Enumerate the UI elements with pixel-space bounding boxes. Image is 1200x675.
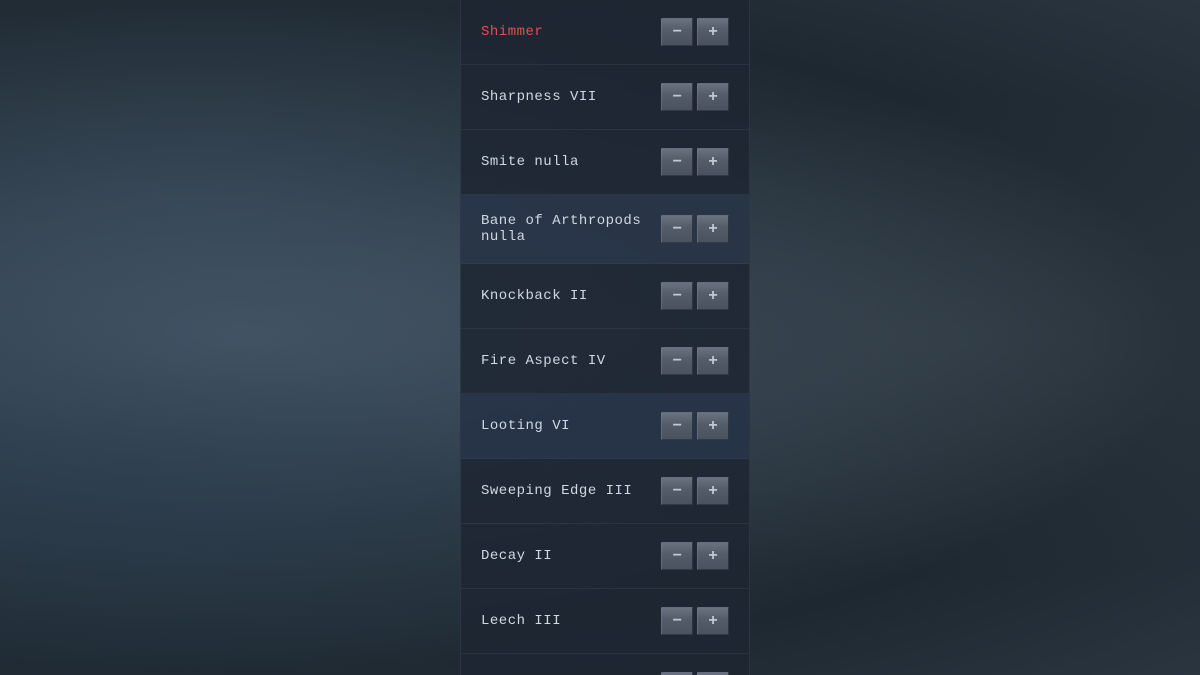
btn-group-shimmer: −+ (661, 18, 729, 46)
enchant-row-vorpal: Vorpal IV−+ (461, 654, 749, 675)
plus-btn-shimmer[interactable]: + (697, 18, 729, 46)
enchant-row-sharpness: Sharpness VII −+ (461, 65, 749, 130)
enchant-name-smite: Smite nulla (481, 154, 579, 170)
minus-btn-fire-aspect[interactable]: − (661, 347, 693, 375)
minus-btn-knockback[interactable]: − (661, 282, 693, 310)
enchant-row-knockback: Knockback II −+ (461, 264, 749, 329)
enchant-name-shimmer: Shimmer (481, 24, 543, 40)
btn-group-bane: −+ (661, 215, 729, 243)
minus-btn-leech[interactable]: − (661, 607, 693, 635)
btn-group-fire-aspect: −+ (661, 347, 729, 375)
enchant-row-shimmer: Shimmer −+ (461, 0, 749, 65)
enchant-name-bane: Bane of Arthropods nulla (481, 213, 661, 245)
enchant-name-decay: Decay II (481, 548, 552, 564)
minus-btn-shimmer[interactable]: − (661, 18, 693, 46)
enchant-name-fire-aspect: Fire Aspect IV (481, 353, 606, 369)
plus-btn-looting[interactable]: + (697, 412, 729, 440)
enchant-row-decay: Decay II −+ (461, 524, 749, 589)
btn-group-sharpness: −+ (661, 83, 729, 111)
enchant-name-looting: Looting VI (481, 418, 570, 434)
minus-btn-sweeping-edge[interactable]: − (661, 477, 693, 505)
enchant-row-bane: Bane of Arthropods nulla−+ (461, 195, 749, 264)
btn-group-sweeping-edge: −+ (661, 477, 729, 505)
plus-btn-bane[interactable]: + (697, 215, 729, 243)
btn-group-looting: −+ (661, 412, 729, 440)
enchant-row-leech: Leech III −+ (461, 589, 749, 654)
enchant-row-smite: Smite nulla −+ (461, 130, 749, 195)
plus-btn-sweeping-edge[interactable]: + (697, 477, 729, 505)
enchant-row-looting: Looting VI −+ (461, 394, 749, 459)
btn-group-decay: −+ (661, 542, 729, 570)
plus-btn-smite[interactable]: + (697, 148, 729, 176)
enchant-name-leech: Leech III (481, 613, 561, 629)
enchant-name-sharpness: Sharpness VII (481, 89, 597, 105)
minus-btn-decay[interactable]: − (661, 542, 693, 570)
enchant-row-sweeping-edge: Sweeping Edge III −+ (461, 459, 749, 524)
enchantment-panel: Shimmer−+Sharpness VII−+Smite nulla−+Ban… (460, 0, 750, 675)
minus-btn-smite[interactable]: − (661, 148, 693, 176)
enchant-row-fire-aspect: Fire Aspect IV +−+ (461, 329, 749, 394)
plus-btn-knockback[interactable]: + (697, 282, 729, 310)
btn-group-leech: −+ (661, 607, 729, 635)
btn-group-smite: −+ (661, 148, 729, 176)
enchant-name-knockback: Knockback II (481, 288, 588, 304)
plus-btn-fire-aspect[interactable]: + (697, 347, 729, 375)
plus-btn-sharpness[interactable]: + (697, 83, 729, 111)
btn-group-knockback: −+ (661, 282, 729, 310)
plus-btn-leech[interactable]: + (697, 607, 729, 635)
plus-btn-decay[interactable]: + (697, 542, 729, 570)
enchant-name-sweeping-edge: Sweeping Edge III (481, 483, 632, 499)
minus-btn-sharpness[interactable]: − (661, 83, 693, 111)
minus-btn-bane[interactable]: − (661, 215, 693, 243)
minus-btn-looting[interactable]: − (661, 412, 693, 440)
